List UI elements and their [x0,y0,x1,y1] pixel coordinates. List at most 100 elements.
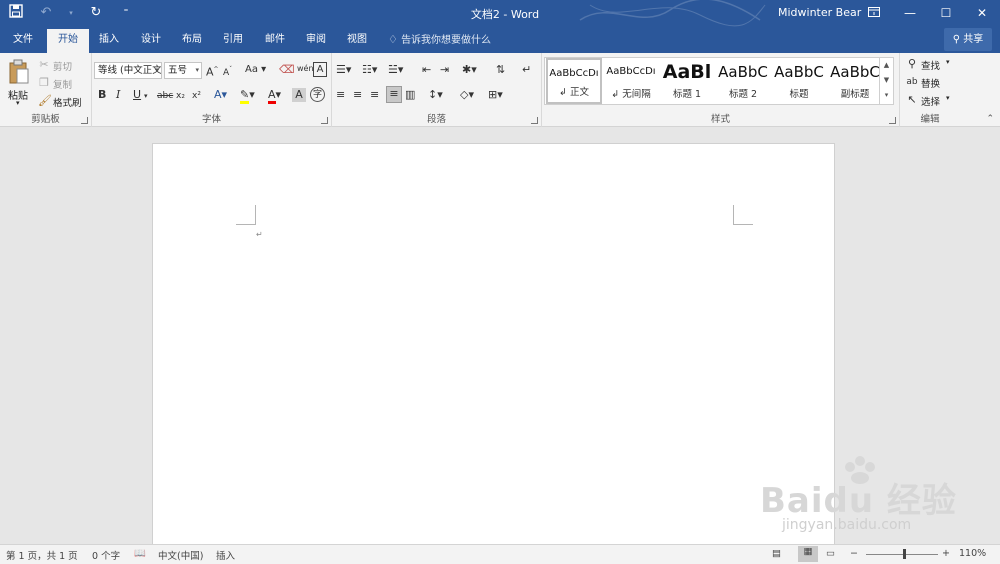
tab-view[interactable]: 视图 [340,27,374,53]
font-name-dropdown[interactable]: 等线 (中文正文 ▾ [94,62,162,79]
collapse-ribbon-icon[interactable]: ⌃ [986,114,994,124]
zoom-in-icon[interactable]: + [942,548,950,559]
bullets-icon[interactable]: ☰▾ [336,63,351,77]
cut-button[interactable]: ✂ 剪切 [38,58,88,73]
chevron-down-icon: ▾ [195,66,199,74]
font-dialog-launcher[interactable] [321,117,328,124]
multilevel-list-icon[interactable]: ☱▾ [388,63,403,77]
decrease-indent-icon[interactable]: ⇤ [422,63,431,77]
copy-button[interactable]: ❐ 复制 [38,76,88,91]
tab-design[interactable]: 设计 [134,27,168,53]
enclose-characters-icon[interactable]: 字 [310,87,325,102]
undo-dropdown-icon[interactable]: ▾ [68,4,74,22]
read-mode-icon[interactable]: ▤ [772,548,781,559]
shading-icon[interactable]: ◇▾ [460,88,474,102]
tell-me-box[interactable]: ♢ 告诉我你想要做什么 [388,27,491,53]
web-layout-icon[interactable]: ▭ [826,548,835,559]
phonetic-guide-icon[interactable]: wén [297,62,314,76]
paste-button[interactable]: 粘贴 ▾ [4,57,34,111]
tab-mailings[interactable]: 邮件 [258,27,292,53]
style-heading-2[interactable]: AaBbC 标题 2 [715,58,771,104]
text-effects-icon[interactable]: A▾ [214,88,227,102]
align-right-icon[interactable]: ≡ [370,88,379,102]
more-styles-icon[interactable]: ▾ [880,88,893,103]
replace-button[interactable]: ab 替换 [906,75,958,90]
character-shading-icon[interactable]: A [292,88,306,102]
close-icon[interactable]: ✕ [964,0,1000,27]
tab-file[interactable]: 文件 [6,27,40,53]
borders-icon[interactable]: ⊞▾ [488,88,503,102]
underline-button[interactable]: U [133,88,141,102]
sort-icon[interactable]: ⇅ [496,63,505,77]
shrink-font-icon[interactable]: Aˇ [223,63,232,80]
tab-layout[interactable]: 布局 [175,27,209,53]
tab-home[interactable]: 开始 [47,29,89,53]
styles-gallery-scroll[interactable]: ▲ ▼ ▾ [880,57,894,105]
font-size-dropdown[interactable]: 五号 ▾ [164,62,202,79]
distributed-icon[interactable]: ▥ [405,88,415,102]
superscript-button[interactable]: x² [192,89,201,103]
print-layout-icon[interactable]: ▦ [798,546,818,562]
align-center-icon[interactable]: ≡ [353,88,362,102]
maximize-icon[interactable]: ☐ [928,0,964,27]
font-color-icon[interactable]: A▾ [268,88,281,104]
zoom-slider-thumb[interactable] [903,549,906,559]
clear-formatting-icon[interactable]: ⌫ [279,63,295,77]
customize-qat-icon[interactable]: ⁼ [118,4,134,22]
zoom-slider[interactable] [866,554,938,555]
format-painter-button[interactable]: 🖌 格式刷 [38,94,90,109]
subscript-button[interactable]: x₂ [176,89,185,103]
share-button[interactable]: ⚲ 共享 [944,28,992,51]
bold-button[interactable]: B [98,88,106,102]
user-name[interactable]: Midwinter Bear [778,6,861,19]
proofing-icon[interactable]: 📖 [134,548,146,559]
strikethrough-button[interactable]: abc [157,89,173,103]
increase-indent-icon[interactable]: ⇥ [440,63,449,77]
chevron-down-icon[interactable]: ▼ [880,73,893,88]
chevron-up-icon[interactable]: ▲ [880,58,893,73]
show-marks-icon[interactable]: ↵ [522,63,531,77]
justify-icon[interactable]: ≡ [386,86,402,103]
change-case-icon[interactable]: Aa ▾ [245,63,266,77]
style-normal[interactable]: AaBbCcDı ↲ 正文 [546,58,602,104]
numbering-icon[interactable]: ☷▾ [362,63,377,77]
copy-icon: ❐ [39,76,49,89]
find-button[interactable]: ⚲ 查找 ▾ [906,57,958,72]
select-button[interactable]: ↖ 选择 ▾ [906,93,958,108]
chinese-layout-icon[interactable]: ✱▾ [462,63,477,77]
minimize-icon[interactable]: — [892,0,928,27]
underline-dropdown-icon[interactable]: ▾ [144,89,148,103]
style-title[interactable]: AaBbC 标题 [771,58,827,104]
editing-group-label: 编辑 [920,114,940,125]
grow-font-icon[interactable]: A^ [206,63,219,80]
page-count[interactable]: 第 1 页，共 1 页 [6,548,78,562]
highlight-icon[interactable]: ✎▾ [240,88,255,104]
clipboard-dialog-launcher[interactable] [81,117,88,124]
tab-review[interactable]: 审阅 [299,27,333,53]
tab-references[interactable]: 引用 [216,27,250,53]
insert-mode[interactable]: 插入 [216,548,235,562]
replace-icon: ab [906,77,918,87]
ribbon-display-icon[interactable] [856,0,892,27]
language-indicator[interactable]: 中文(中国) [158,548,203,562]
word-count[interactable]: 0 个字 [92,548,120,562]
italic-button[interactable]: I [116,88,120,102]
undo-icon[interactable]: ↶ [38,4,54,22]
save-icon[interactable] [8,4,24,22]
character-border-icon[interactable]: A [313,62,327,77]
style-subtitle[interactable]: AaBbC 副标题 [827,58,883,104]
document-page[interactable]: ↵ [152,143,835,563]
line-spacing-icon[interactable]: ↕▾ [428,88,443,102]
clipboard-group: 粘贴 ▾ ✂ 剪切 ❐ 复制 🖌 格式刷 剪贴板 [0,53,92,127]
zoom-level[interactable]: 110% [959,548,986,559]
align-left-icon[interactable]: ≡ [336,88,345,102]
styles-dialog-launcher[interactable] [889,117,896,124]
tab-insert[interactable]: 插入 [92,27,126,53]
paragraph-group: ☰▾ ☷▾ ☱▾ ⇤ ⇥ ✱▾ ⇅ ↵ ≡ ≡ ≡ ≡ ▥ ↕▾ ◇▾ ⊞▾ 段… [332,53,542,127]
redo-icon[interactable]: ↻ [88,4,104,22]
paragraph-dialog-launcher[interactable] [531,117,538,124]
style-no-spacing[interactable]: AaBbCcDı ↲ 无间隔 [603,58,659,104]
zoom-out-icon[interactable]: − [850,548,858,559]
style-heading-1[interactable]: AaBl 标题 1 [659,58,715,104]
styles-group-label: 样式 [710,114,730,125]
